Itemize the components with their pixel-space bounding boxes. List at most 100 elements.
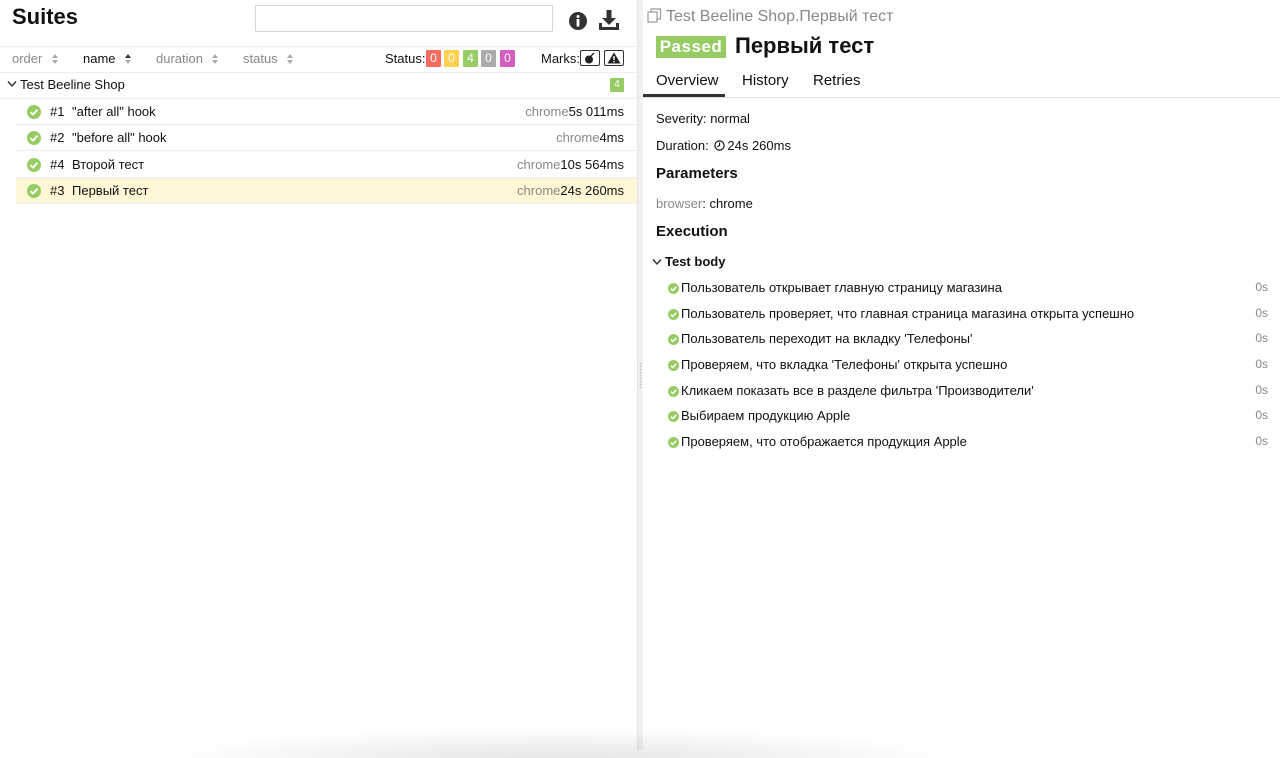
passed-status-icon: [668, 411, 679, 422]
active-tab-indicator: [643, 94, 725, 97]
execution-step[interactable]: Пользователь переходит на вкладку 'Телеф…: [668, 331, 1268, 353]
execution-step[interactable]: Пользователь проверяет, что главная стра…: [668, 306, 1268, 328]
parameter-row: browser: chrome: [656, 196, 753, 211]
step-duration: 0s: [1255, 331, 1268, 345]
breadcrumb: Test Beeline Shop.Первый тест: [647, 8, 893, 26]
search-input[interactable]: [255, 5, 553, 32]
sort-status-button[interactable]: status: [243, 51, 278, 66]
test-duration: 4ms: [599, 130, 624, 145]
test-row[interactable]: #4 Второй тест chrome10s 564ms: [16, 152, 637, 178]
step-duration: 0s: [1255, 383, 1268, 397]
test-order: #3: [50, 183, 65, 198]
sort-order-button[interactable]: order: [12, 51, 42, 66]
passed-status-icon: [668, 437, 679, 448]
status-filter-passed[interactable]: 4: [463, 50, 478, 67]
page-title: Suites: [12, 4, 79, 29]
sort-arrows-icon: [52, 54, 58, 64]
passed-status-icon: [668, 386, 679, 397]
test-param: chrome: [525, 104, 569, 119]
test-order: #2: [50, 130, 65, 145]
parameters-title: Parameters: [656, 165, 738, 182]
tab-retries[interactable]: Retries: [813, 72, 861, 89]
step-text: Пользователь проверяет, что главная стра…: [681, 306, 1135, 321]
test-duration: 5s 011ms: [568, 104, 624, 119]
execution-step[interactable]: Пользователь открывает главную страницу …: [668, 280, 1268, 302]
tab-overview[interactable]: Overview: [656, 72, 719, 89]
step-duration: 0s: [1255, 357, 1268, 371]
info-icon[interactable]: [568, 11, 588, 31]
test-name: "after all" hook: [72, 104, 156, 119]
status-filter-failed[interactable]: 0: [426, 50, 441, 67]
test-param: chrome: [517, 157, 561, 172]
test-body-toggle[interactable]: Test body: [665, 254, 725, 269]
clock-icon: [714, 140, 726, 151]
test-duration: 24s 260ms: [560, 183, 624, 198]
status-filter-unknown[interactable]: 0: [500, 50, 515, 67]
step-duration: 0s: [1255, 306, 1268, 320]
mark-flaky-toggle[interactable]: [580, 50, 600, 66]
step-text: Пользователь открывает главную страницу …: [681, 280, 1002, 295]
bomb-icon: [585, 52, 595, 64]
test-row[interactable]: #2 "before all" hook chrome4ms: [16, 125, 637, 151]
execution-step[interactable]: Кликаем показать все в разделе фильтра '…: [668, 383, 1268, 405]
execution-step[interactable]: Проверяем, что отображается продукция Ap…: [668, 434, 1268, 456]
suite-group-count-badge: 4: [610, 78, 624, 92]
test-title: Первый тест: [735, 33, 875, 58]
execution-step[interactable]: Проверяем, что вкладка 'Телефоны' открыт…: [668, 357, 1268, 379]
tab-history[interactable]: History: [742, 72, 789, 89]
step-duration: 0s: [1255, 434, 1268, 448]
step-text: Проверяем, что отображается продукция Ap…: [681, 434, 967, 449]
test-order: #1: [50, 104, 65, 119]
parameter-name: browser: [656, 196, 703, 211]
tab-bar: Overview History Retries: [643, 66, 1280, 98]
sort-duration-button[interactable]: duration: [156, 51, 203, 66]
suite-group-row[interactable]: Test Beeline Shop 4: [0, 72, 637, 99]
severity-label: Severity:: [656, 111, 707, 126]
test-param: chrome: [517, 183, 561, 198]
suite-group-name: Test Beeline Shop: [20, 77, 125, 92]
duration-field: Duration: 24s 260ms: [656, 138, 791, 153]
marks-label: Marks:: [541, 51, 580, 66]
sort-name-button[interactable]: name: [83, 51, 116, 66]
sort-arrows-icon: [212, 54, 218, 64]
test-row-selected[interactable]: #3 Первый тест chrome24s 260ms: [16, 178, 637, 204]
execution-title: Execution: [656, 223, 728, 240]
test-meta: chrome10s 564ms: [517, 157, 624, 172]
sort-bar: order name duration status Status: 0 0 4…: [0, 46, 637, 73]
test-meta: chrome5s 011ms: [525, 104, 624, 119]
status-badge: Passed: [656, 36, 726, 58]
breadcrumb-text: Test Beeline Shop.Первый тест: [666, 8, 894, 25]
step-text: Проверяем, что вкладка 'Телефоны' открыт…: [681, 357, 1008, 372]
mark-new-failed-toggle[interactable]: [604, 50, 624, 66]
test-name: Второй тест: [72, 157, 145, 172]
execution-step[interactable]: Выбираем продукцию Apple 0s: [668, 408, 1268, 430]
warning-icon: [607, 52, 621, 64]
status-filter-skipped[interactable]: 0: [481, 50, 496, 67]
status-filter-label: Status:: [385, 51, 426, 66]
step-duration: 0s: [1255, 280, 1268, 294]
test-detail-pane: Test Beeline Shop.Первый тест Passed Пер…: [643, 0, 1280, 750]
passed-status-icon: [27, 184, 41, 198]
sort-arrows-icon: [125, 54, 131, 64]
chevron-down-icon: [7, 81, 17, 88]
status-filter-broken[interactable]: 0: [444, 50, 459, 67]
step-duration: 0s: [1255, 408, 1268, 422]
severity-value: normal: [710, 111, 750, 126]
test-row[interactable]: #1 "after all" hook chrome5s 011ms: [16, 99, 637, 125]
passed-status-icon: [668, 283, 679, 294]
duration-label: Duration:: [656, 138, 709, 153]
passed-status-icon: [27, 131, 41, 145]
passed-status-icon: [668, 309, 679, 320]
test-meta: chrome4ms: [556, 130, 624, 145]
parameter-value: chrome: [709, 196, 753, 211]
severity-field: Severity: normal: [656, 111, 750, 126]
parameter-separator: :: [702, 196, 706, 211]
passed-status-icon: [27, 105, 41, 119]
test-meta: chrome24s 260ms: [517, 183, 624, 198]
chevron-down-icon[interactable]: [652, 258, 662, 266]
sort-arrows-icon: [287, 54, 293, 64]
download-icon[interactable]: [598, 9, 620, 31]
test-order: #4: [50, 157, 65, 172]
copy-icon[interactable]: [647, 8, 662, 23]
test-name: "before all" hook: [72, 130, 167, 145]
